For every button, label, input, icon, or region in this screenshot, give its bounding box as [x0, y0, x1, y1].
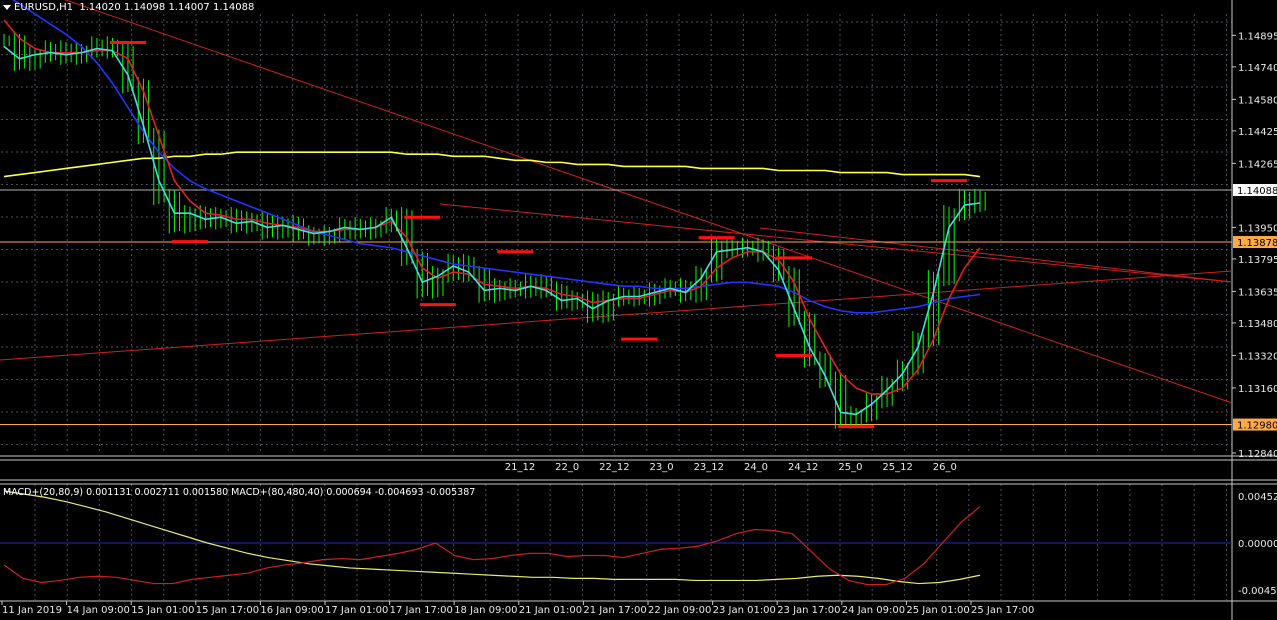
macd-header: MACD+(20,80,9) 0.001131 0.002711 0.00158…	[3, 487, 476, 498]
dropdown-triangle-icon[interactable]	[3, 4, 11, 10]
time-tick-label: 23 Jan 17:00	[777, 605, 840, 616]
price-tick-label: 1.13795	[1238, 255, 1277, 266]
time-tick-label: 25 Jan 17:00	[971, 605, 1034, 616]
price-tick-label: 1.13635	[1238, 287, 1277, 298]
macd-main-line	[3, 506, 981, 586]
session-tick-label: 25_12	[882, 462, 912, 473]
price-header: EURUSD,H1 1.14020 1.14098 1.14007 1.1408…	[3, 2, 254, 13]
ma-fast-line	[3, 45, 981, 416]
trendline	[439, 203, 1233, 283]
time-tick-label: 17 Jan 01:00	[325, 605, 388, 616]
session-tick-label: 21_12	[505, 462, 535, 473]
price-tick-label: 1.13160	[1238, 384, 1277, 395]
price-tick-label: 1.14895	[1238, 31, 1277, 42]
time-tick-label: 15 Jan 17:00	[196, 605, 259, 616]
grid	[1, 14, 1232, 600]
time-tick-label: 21 Jan 17:00	[583, 605, 646, 616]
time-tick-label: 15 Jan 01:00	[131, 605, 194, 616]
ohlc-label: 1.14020 1.14098 1.14007 1.14088	[79, 2, 255, 13]
time-tick-label: 18 Jan 09:00	[454, 605, 517, 616]
session-tick-label: 22_0	[555, 462, 579, 473]
trendline	[759, 227, 1233, 283]
macd-tick-label: 0.000000	[1238, 539, 1277, 550]
time-tick-label: 14 Jan 09:00	[67, 605, 130, 616]
macd-signal-line	[3, 490, 981, 585]
session-tick-label: 24_0	[744, 462, 768, 473]
price-tick-label: 1.14425	[1238, 127, 1277, 138]
macd-tick-label: 0.004526	[1238, 492, 1277, 503]
time-tick-label: 24 Jan 09:00	[842, 605, 905, 616]
symbol-label: EURUSD,H1	[14, 2, 74, 13]
price-tick-label: 1.14265	[1238, 159, 1277, 170]
price-tick-label: 1.14580	[1238, 95, 1277, 106]
price-tick-label: 1.13320	[1238, 351, 1277, 362]
trendlines	[0, 0, 1233, 404]
ma-mid-line	[3, 19, 981, 395]
time-tick-label: 17 Jan 17:00	[390, 605, 453, 616]
session-tick-label: 26_0	[933, 462, 957, 473]
time-tick-label: 21 Jan 01:00	[519, 605, 582, 616]
price-tick-label: 1.13480	[1238, 319, 1277, 330]
chart-window: 1.14895 1.14740 1.14580 1.14425 1.14265 1.139…	[0, 0, 1277, 620]
session-tick-label: 25_0	[838, 462, 862, 473]
session-tick-label: 22_12	[599, 462, 629, 473]
price-tick-label: 1.13950	[1238, 223, 1277, 234]
session-tick-label: 23_0	[650, 462, 674, 473]
time-tick-label: 11 Jan 2019	[2, 605, 62, 616]
current-price-label: 1.14088	[1237, 186, 1277, 197]
level-label: 1.13878	[1237, 238, 1277, 249]
session-tick-label: 24_12	[788, 462, 818, 473]
price-tick-label: 1.14740	[1238, 63, 1277, 74]
macd-tick-label: -0.004526	[1238, 586, 1277, 597]
time-tick-label: 22 Jan 09:00	[648, 605, 711, 616]
price-tick-label: 1.12840	[1238, 449, 1277, 460]
time-tick-label: 16 Jan 09:00	[260, 605, 323, 616]
ma-long-line	[3, 151, 981, 178]
session-tick-label: 23_12	[694, 462, 724, 473]
chart-canvas: 1.14895 1.14740 1.14580 1.14425 1.14265 1.139…	[0, 0, 1277, 620]
time-tick-label: 25 Jan 01:00	[906, 605, 969, 616]
time-tick-label: 23 Jan 01:00	[713, 605, 776, 616]
level-label: 1.12980	[1237, 421, 1277, 432]
